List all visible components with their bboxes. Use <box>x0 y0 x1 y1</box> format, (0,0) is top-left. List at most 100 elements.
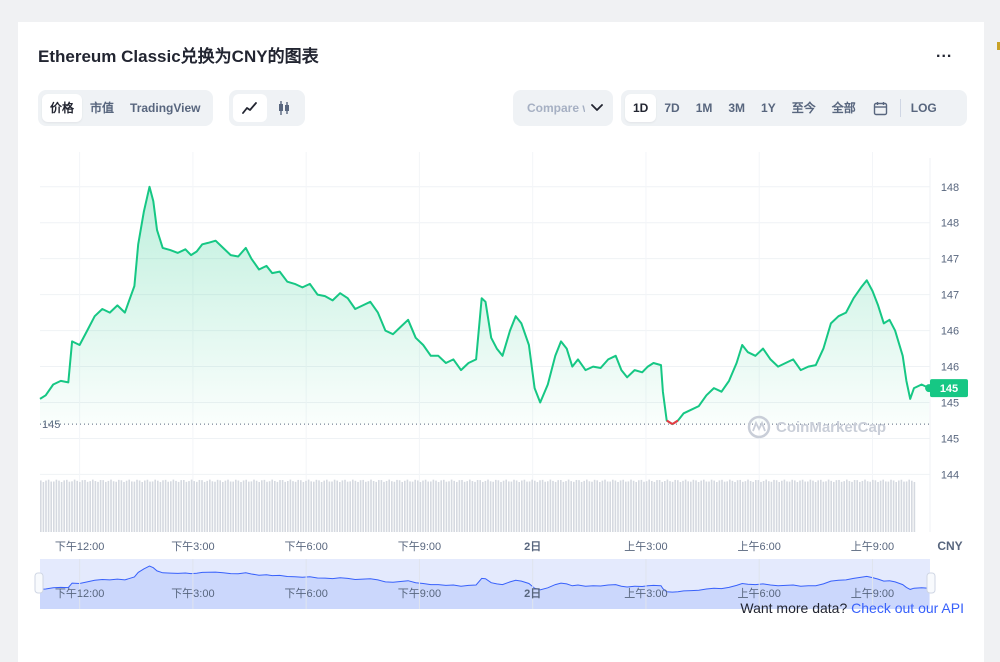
volume-bar <box>786 481 788 532</box>
volume-bar <box>669 481 671 532</box>
volume-bar <box>903 481 905 532</box>
volume-bar <box>539 480 541 532</box>
navigator-tick-label: 下午6:00 <box>284 587 327 600</box>
volume-bar <box>320 481 323 532</box>
volume-bar <box>154 479 156 532</box>
volume-bar <box>339 481 341 532</box>
volume-bar <box>175 480 177 532</box>
tab-ytd[interactable]: 至今 <box>784 94 824 122</box>
volume-bar <box>726 481 728 532</box>
api-link[interactable]: Check out our API <box>851 600 964 616</box>
volume-bar <box>547 481 549 532</box>
volume-bar <box>341 480 344 532</box>
volume-bar <box>625 481 627 532</box>
volume-bar <box>73 479 76 532</box>
navigator-tick-label: 上午9:00 <box>851 587 894 600</box>
volume-bar <box>575 479 578 532</box>
y-tick-label: 144 <box>941 469 959 481</box>
volume-bar <box>188 481 190 532</box>
volume-bar <box>216 479 219 532</box>
volume-bar <box>193 481 195 532</box>
volume-bar <box>326 479 328 532</box>
volume-bar <box>266 481 268 532</box>
log-toggle[interactable]: LOG <box>903 94 945 122</box>
volume-bar <box>365 481 367 532</box>
volume-bar <box>578 480 580 532</box>
y-tick-label: 145 <box>941 433 959 445</box>
volume-bar <box>411 481 414 532</box>
navigator-left-handle[interactable] <box>34 572 44 594</box>
volume-bar <box>905 481 908 532</box>
volume-bar <box>817 480 819 532</box>
navigator-tick-label: 上午3:00 <box>624 587 667 600</box>
tab-7d[interactable]: 7D <box>656 94 687 122</box>
volume-bar <box>469 479 471 532</box>
volume-bar <box>742 481 744 532</box>
volume-bar <box>549 479 552 532</box>
compare-select[interactable]: Compare with <box>513 90 613 126</box>
volume-bar <box>237 480 240 532</box>
calendar-button[interactable] <box>864 94 898 122</box>
volume-bar <box>300 480 302 532</box>
tab-all[interactable]: 全部 <box>824 94 864 122</box>
volume-bar <box>879 480 882 532</box>
volume-bar <box>835 480 838 532</box>
volume-bar <box>666 479 669 532</box>
volume-bar <box>682 480 684 532</box>
volume-bar <box>557 480 559 532</box>
volume-bar <box>885 481 887 532</box>
volume-bar <box>679 481 682 532</box>
volume-bar <box>492 481 494 532</box>
tab-3m[interactable]: 3M <box>720 94 753 122</box>
volume-bar <box>245 479 247 532</box>
volume-bar <box>861 480 864 532</box>
divider <box>899 99 901 117</box>
volume-bar <box>799 480 801 532</box>
candlestick-button[interactable] <box>267 94 301 122</box>
volume-bar <box>45 480 47 532</box>
tab-1y[interactable]: 1Y <box>753 94 784 122</box>
volume-bar <box>526 481 528 532</box>
tab-1d[interactable]: 1D <box>625 94 657 122</box>
navigator-tick-label: 下午12:00 <box>55 587 105 600</box>
volume-bar <box>487 479 489 532</box>
x-tick-label: 下午6:00 <box>284 540 327 553</box>
volume-bar <box>430 481 432 532</box>
volume-bar <box>458 480 461 532</box>
volume-bar <box>115 481 117 532</box>
volume-bar <box>653 481 656 532</box>
volume-bar <box>401 481 403 532</box>
volume-bar <box>573 481 575 532</box>
volume-bar <box>422 480 424 532</box>
navigator-tick-label: 下午9:00 <box>398 587 441 600</box>
volume-bar <box>437 481 440 532</box>
volume-bar <box>570 481 572 532</box>
tab-1m[interactable]: 1M <box>688 94 721 122</box>
x-tick-label: 上午9:00 <box>851 540 894 553</box>
volume-bar <box>567 479 570 532</box>
volume-bar <box>778 481 780 532</box>
price-chart[interactable]: 145 CoinMarketCap 1481481471471461461451… <box>18 122 984 620</box>
line-chart-button[interactable] <box>233 94 267 122</box>
volume-bars <box>40 479 916 532</box>
candlestick-icon <box>279 101 289 115</box>
volume-bar <box>674 479 676 532</box>
tab-market-cap[interactable]: 市值 <box>82 94 122 122</box>
volume-bar <box>248 481 250 532</box>
volume-bar <box>752 481 754 532</box>
volume-bar <box>302 481 305 532</box>
volume-bar <box>206 480 208 532</box>
volume-bar <box>703 479 705 532</box>
more-options-button[interactable]: ... <box>936 44 952 62</box>
volume-bar <box>219 480 221 532</box>
tab-price[interactable]: 价格 <box>42 94 83 122</box>
volume-bar <box>599 481 601 532</box>
volume-bar <box>822 481 825 532</box>
watermark-text: CoinMarketCap <box>776 419 886 436</box>
volume-bar <box>331 481 333 532</box>
chart-type-tabs: 价格 市值 TradingView <box>38 90 213 126</box>
volume-bar <box>869 481 871 532</box>
tab-tradingview[interactable]: TradingView <box>122 94 208 122</box>
navigator-right-handle[interactable] <box>926 572 936 594</box>
volume-bar <box>757 480 760 532</box>
